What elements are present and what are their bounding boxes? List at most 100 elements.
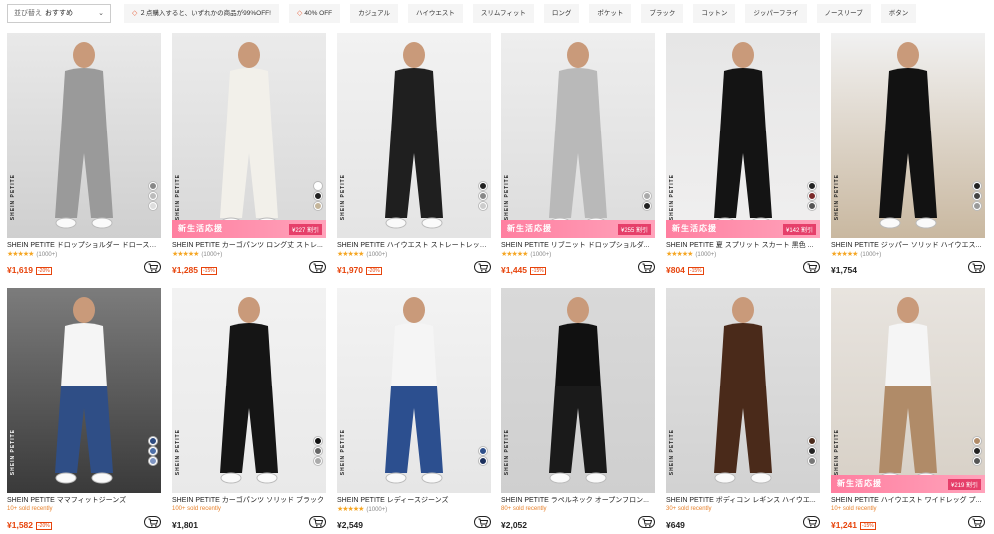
product-image[interactable]: SHEIN PETITE 新生活応援 ¥219 割引	[831, 288, 985, 493]
add-to-cart-button[interactable]	[144, 261, 161, 273]
filter-chip-label: 40% OFF	[304, 10, 333, 17]
product-card[interactable]: SHEIN PETITE SHEIN PETITE ママフィットジーンズ 10+ s…	[7, 288, 161, 530]
filter-chip[interactable]: ボタン	[880, 4, 917, 23]
color-swatch[interactable]	[808, 202, 816, 210]
filter-chip[interactable]: ロング	[543, 4, 580, 23]
filter-chip[interactable]: ◇ 40% OFF	[288, 4, 341, 23]
product-card[interactable]: SHEIN PETITE SHEIN PETITE ラペルネック オープンフロン.…	[501, 288, 655, 530]
filter-chip[interactable]: ハイウエスト	[408, 4, 463, 23]
color-swatch[interactable]	[973, 202, 981, 210]
product-title[interactable]: SHEIN PETITE ボディコン レギンス ハイウエ...	[666, 496, 820, 505]
color-swatch[interactable]	[314, 457, 322, 465]
cart-icon	[807, 263, 817, 272]
filter-chip[interactable]: コットン	[693, 4, 736, 23]
color-swatch[interactable]	[149, 457, 157, 465]
product-image[interactable]: SHEIN PETITE 新生活応援 ¥142 割引	[666, 33, 820, 238]
filter-chip[interactable]: カジュアル	[350, 4, 399, 23]
product-title[interactable]: SHEIN PETITE ママフィットジーンズ	[7, 496, 161, 505]
product-image[interactable]: SHEIN PETITE	[337, 33, 491, 238]
add-to-cart-button[interactable]	[474, 516, 491, 528]
sold-recently: 80+ sold recently	[501, 506, 547, 512]
product-card[interactable]: SHEIN PETITE SHEIN PETITE ドロップショルダー ドロースト…	[7, 33, 161, 275]
filter-chip[interactable]: ポケット	[589, 4, 632, 23]
color-swatch[interactable]	[973, 182, 981, 190]
product-image[interactable]: SHEIN PETITE	[501, 288, 655, 493]
filter-chip[interactable]: ◇ ２点購入すると、いずれかの商品が99%OFF!	[124, 4, 279, 23]
product-title[interactable]: SHEIN PETITE ドロップショルダー ドロースト...	[7, 241, 161, 250]
color-swatch[interactable]	[479, 202, 487, 210]
add-to-cart-button[interactable]	[309, 261, 326, 273]
color-swatch[interactable]	[149, 202, 157, 210]
color-swatch[interactable]	[973, 457, 981, 465]
product-title[interactable]: SHEIN PETITE リブニット ドロップショルダ...	[501, 241, 655, 250]
add-to-cart-button[interactable]	[803, 261, 820, 273]
color-swatch[interactable]	[149, 182, 157, 190]
product-title[interactable]: SHEIN PETITE 夏 スプリット スカート 黒色 ...	[666, 241, 820, 250]
color-swatch[interactable]	[973, 437, 981, 445]
color-swatch[interactable]	[479, 192, 487, 200]
color-swatch[interactable]	[808, 437, 816, 445]
color-swatch[interactable]	[149, 437, 157, 445]
product-image[interactable]: SHEIN PETITE	[7, 288, 161, 493]
color-swatch[interactable]	[314, 192, 322, 200]
product-card[interactable]: SHEIN PETITE 新生活応援 ¥255 割引 SHEIN PETITE リブニ…	[501, 33, 655, 275]
color-swatch[interactable]	[973, 447, 981, 455]
product-card[interactable]: SHEIN PETITE SHEIN PETITE ハイウエスト ストレートレッグ…	[337, 33, 491, 275]
add-to-cart-button[interactable]	[474, 261, 491, 273]
product-title[interactable]: SHEIN PETITE カーゴパンツ ロング丈 ストレ...	[172, 241, 326, 250]
color-swatch[interactable]	[149, 447, 157, 455]
filter-chip[interactable]: スリムフィット	[472, 4, 534, 23]
product-image[interactable]: SHEIN PETITE 新生活応援 ¥227 割引	[172, 33, 326, 238]
product-image[interactable]: SHEIN PETITE 新生活応援 ¥255 割引	[501, 33, 655, 238]
product-image[interactable]: SHEIN PETITE	[666, 288, 820, 493]
sort-dropdown[interactable]: 並び替え おすすめ ⌄	[7, 4, 111, 23]
product-meta: 10+ sold recently	[831, 505, 985, 514]
filter-chip[interactable]: ブラック	[641, 4, 684, 23]
product-title[interactable]: SHEIN PETITE ハイウエスト ストレートレッグ...	[337, 241, 491, 250]
color-swatch[interactable]	[808, 192, 816, 200]
color-swatch[interactable]	[479, 457, 487, 465]
product-image[interactable]: SHEIN PETITE	[831, 33, 985, 238]
add-to-cart-button[interactable]	[968, 516, 985, 528]
color-swatch[interactable]	[643, 192, 651, 200]
product-image[interactable]: SHEIN PETITE	[172, 288, 326, 493]
color-swatch[interactable]	[314, 437, 322, 445]
product-price: ¥1,445	[501, 265, 527, 275]
product-title[interactable]: SHEIN PETITE レディースジーンズ	[337, 496, 491, 505]
product-title[interactable]: SHEIN PETITE カーゴパンツ ソリッド ブラック	[172, 496, 326, 505]
add-to-cart-button[interactable]	[803, 516, 820, 528]
color-swatch[interactable]	[643, 202, 651, 210]
add-to-cart-button[interactable]	[638, 261, 655, 273]
review-count: (1000+)	[860, 252, 882, 258]
color-swatch[interactable]	[479, 182, 487, 190]
color-swatch[interactable]	[149, 192, 157, 200]
product-image[interactable]: SHEIN PETITE	[7, 33, 161, 238]
product-card[interactable]: SHEIN PETITE 新生活応援 ¥227 割引 SHEIN PETITE カーゴ…	[172, 33, 326, 275]
product-image[interactable]: SHEIN PETITE	[337, 288, 491, 493]
color-swatch[interactable]	[808, 182, 816, 190]
add-to-cart-button[interactable]	[309, 516, 326, 528]
color-swatch[interactable]	[314, 202, 322, 210]
add-to-cart-button[interactable]	[638, 516, 655, 528]
product-card[interactable]: SHEIN PETITE 新生活応援 ¥219 割引 SHEIN PETITE ハイウ…	[831, 288, 985, 530]
price-row: ¥1,801	[172, 515, 326, 530]
color-swatch[interactable]	[314, 447, 322, 455]
add-to-cart-button[interactable]	[968, 261, 985, 273]
product-card[interactable]: SHEIN PETITE SHEIN PETITE レディースジーンズ ★★★★★(…	[337, 288, 491, 530]
filter-chip[interactable]: ノースリーブ	[816, 4, 871, 23]
product-title[interactable]: SHEIN PETITE ラペルネック オープンフロン...	[501, 496, 655, 505]
product-card[interactable]: SHEIN PETITE SHEIN PETITE ジッパー ソリッド ハイウエス…	[831, 33, 985, 275]
product-card[interactable]: SHEIN PETITE SHEIN PETITE カーゴパンツ ソリッド ブラッ…	[172, 288, 326, 530]
product-title[interactable]: SHEIN PETITE ジッパー ソリッド ハイウエス...	[831, 241, 985, 250]
product-title[interactable]: SHEIN PETITE ハイウエスト ワイドレッグ プ...	[831, 496, 985, 505]
brand-vertical-label: SHEIN PETITE	[10, 173, 16, 220]
product-card[interactable]: SHEIN PETITE SHEIN PETITE ボディコン レギンス ハイウエ…	[666, 288, 820, 530]
product-card[interactable]: SHEIN PETITE 新生活応援 ¥142 割引 SHEIN PETITE 夏 ス…	[666, 33, 820, 275]
color-swatch[interactable]	[973, 192, 981, 200]
filter-chip[interactable]: ジッパーフライ	[745, 4, 807, 23]
color-swatch[interactable]	[314, 182, 322, 190]
add-to-cart-button[interactable]	[144, 516, 161, 528]
color-swatch[interactable]	[808, 457, 816, 465]
color-swatch[interactable]	[808, 447, 816, 455]
color-swatch[interactable]	[479, 447, 487, 455]
